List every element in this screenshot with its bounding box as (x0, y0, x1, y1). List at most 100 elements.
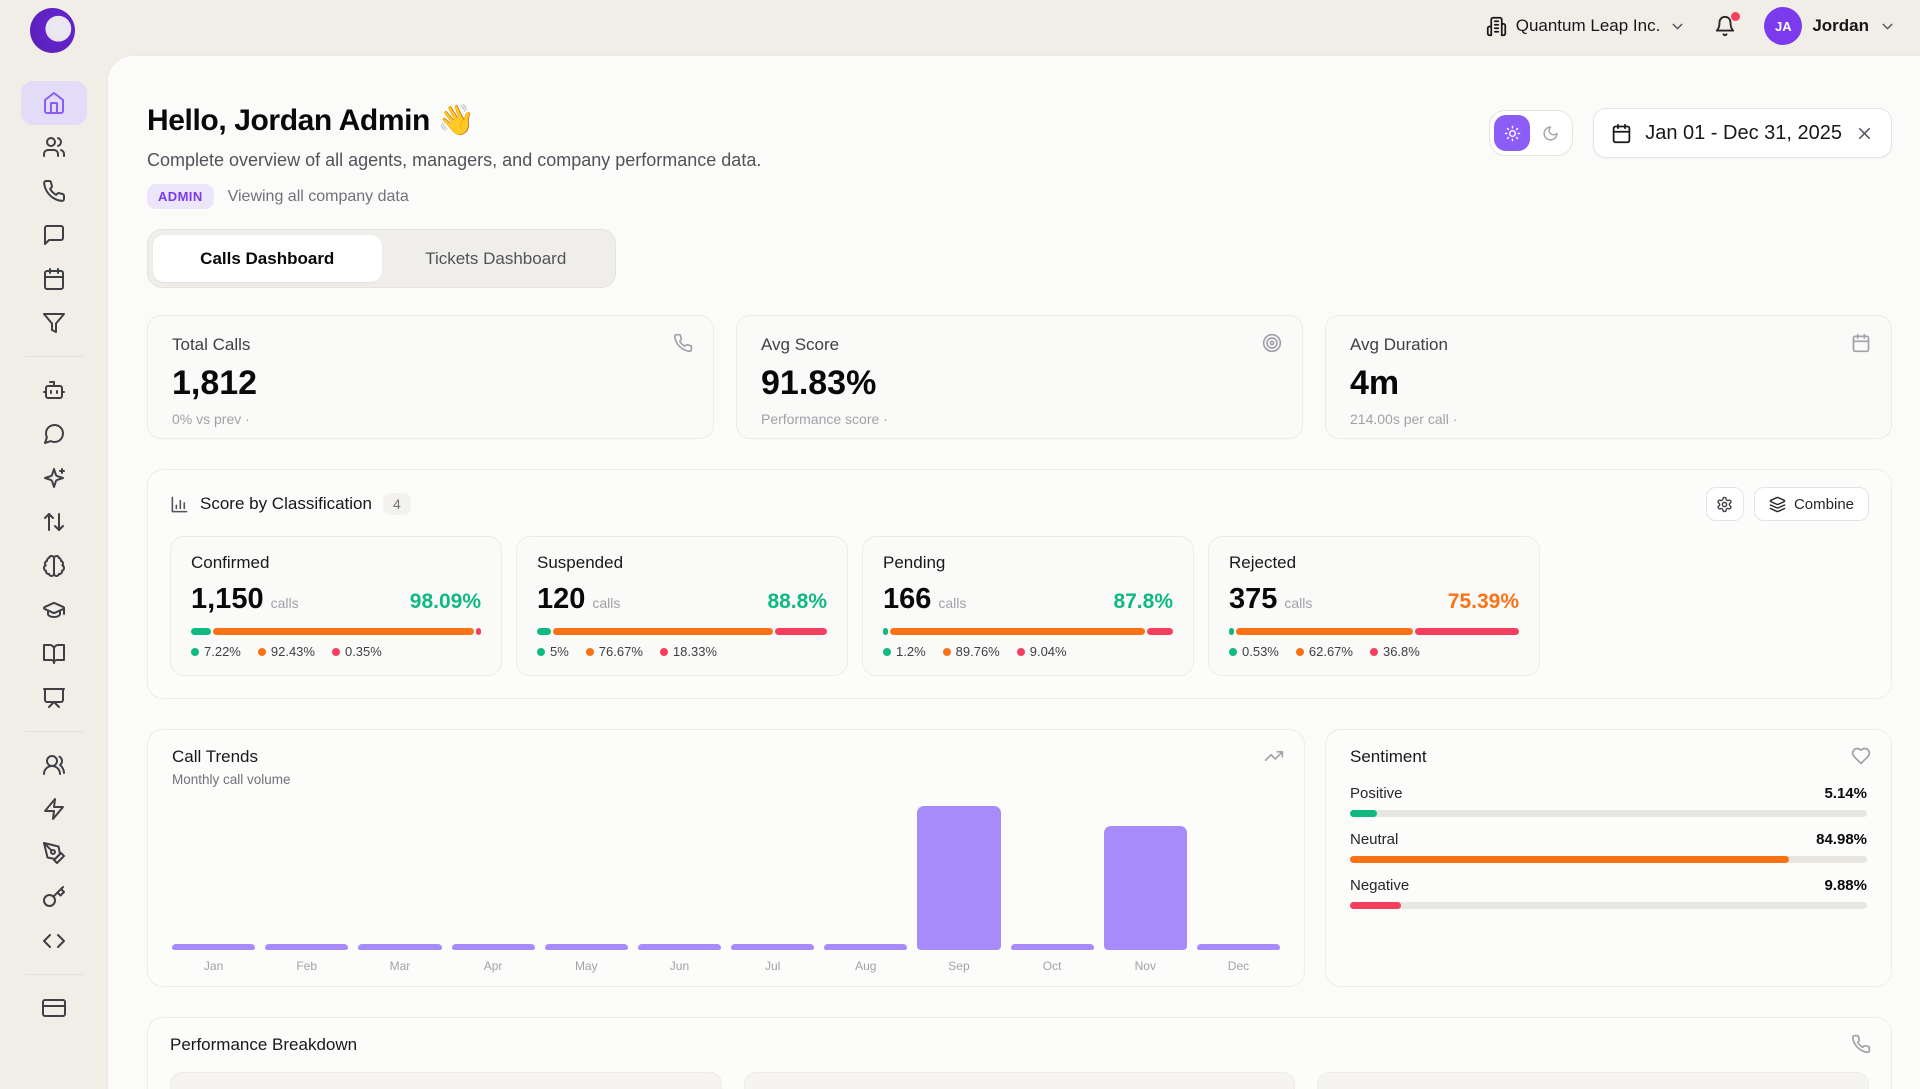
legend-dot (332, 648, 340, 656)
legend-item: 36.8% (1370, 644, 1420, 659)
sidebar-item-code[interactable] (21, 919, 87, 963)
tab-calls-dashboard[interactable]: Calls Dashboard (153, 235, 382, 282)
sidebar-item-users[interactable] (21, 125, 87, 169)
sidebar-item-calendar[interactable] (21, 257, 87, 301)
sidebar-item-sparkles[interactable] (21, 456, 87, 500)
user-name: Jordan (1812, 16, 1869, 36)
org-selector[interactable]: Quantum Leap Inc. (1486, 16, 1687, 37)
theme-light-button[interactable] (1494, 115, 1530, 151)
viewing-note: Viewing all company data (228, 188, 409, 206)
call-trends-card: Call Trends Monthly call volume Jan Feb … (147, 729, 1305, 987)
stat-title: Avg Score (761, 335, 1278, 355)
code-icon (42, 929, 66, 953)
sentiment-title: Sentiment (1350, 747, 1867, 767)
notifications-button[interactable] (1714, 15, 1736, 37)
legend-dot (660, 648, 668, 656)
classification-segment-bar (1229, 628, 1519, 635)
tab-tickets-dashboard[interactable]: Tickets Dashboard (382, 235, 611, 282)
legend-item: 1.2% (883, 644, 926, 659)
sidebar-item-brain[interactable] (21, 544, 87, 588)
stat-value: 4m (1350, 364, 1867, 403)
sentiment-card: Sentiment Positive 5.14% Neutral 84.98% … (1325, 729, 1892, 987)
sidebar-item-pen-tool[interactable] (21, 831, 87, 875)
close-icon[interactable] (1855, 124, 1874, 143)
classification-section: Score by Classification 4 Combine Confir… (147, 469, 1892, 699)
sentiment-label: Negative (1350, 877, 1409, 894)
performance-column: Active Agents (744, 1072, 1296, 1089)
date-range-picker[interactable]: Jan 01 - Dec 31, 2025 (1593, 108, 1892, 158)
classification-settings-button[interactable] (1706, 487, 1744, 521)
classification-legend: 7.22%92.43%0.35% (191, 644, 481, 659)
sidebar-item-presentation[interactable] (21, 676, 87, 720)
sidebar-item-arrows-up-down[interactable] (21, 500, 87, 544)
sidebar-item-book-open[interactable] (21, 632, 87, 676)
users-icon (42, 135, 66, 159)
chart-bar-column: Apr (452, 800, 535, 973)
sentiment-value: 9.88% (1824, 877, 1867, 894)
combine-button[interactable]: Combine (1754, 487, 1869, 521)
stat-card: Avg Score 91.83% Performance score · (736, 315, 1303, 439)
chart-bar-column: Jun (638, 800, 721, 973)
bot-icon (42, 378, 66, 402)
page-subtitle: Complete overview of all agents, manager… (147, 150, 761, 171)
segment (537, 628, 551, 635)
layers-icon (1769, 496, 1786, 513)
phone-icon (1851, 1034, 1871, 1054)
target-icon (1262, 333, 1282, 353)
presentation-icon (42, 686, 66, 710)
sidebar-item-bot[interactable] (21, 368, 87, 412)
dashboard-tabs: Calls DashboardTickets Dashboard (147, 229, 616, 288)
sidebar-item-credit-card[interactable] (21, 986, 87, 1030)
classification-calls-unit: calls (938, 595, 966, 611)
legend-dot (258, 648, 266, 656)
theme-toggle (1489, 110, 1573, 156)
classification-segment-bar (191, 628, 481, 635)
sidebar-item-phone[interactable] (21, 169, 87, 213)
segment (1229, 628, 1234, 635)
notification-dot (1731, 12, 1740, 21)
classification-card-title: Pending (883, 553, 1173, 573)
sentiment-track (1350, 810, 1867, 817)
sidebar-item-zap[interactable] (21, 787, 87, 831)
stat-title: Avg Duration (1350, 335, 1867, 355)
sentiment-row: Neutral 84.98% (1350, 831, 1867, 863)
theme-dark-button[interactable] (1532, 115, 1568, 151)
trending-up-icon (1264, 746, 1284, 766)
sentiment-fill (1350, 856, 1789, 863)
chart-bar-label: May (545, 959, 628, 973)
sidebar-item-filter[interactable] (21, 301, 87, 345)
chart-bar-label: Apr (452, 959, 535, 973)
chart-bar-label: Jul (731, 959, 814, 973)
chart-bar-column: Dec (1197, 800, 1280, 973)
classification-calls: 1,150 (191, 583, 264, 616)
sidebar-item-message-circle[interactable] (21, 412, 87, 456)
classification-count-badge: 4 (383, 493, 411, 515)
calendar-icon (42, 267, 66, 291)
chart-bar (731, 944, 814, 950)
user-menu[interactable]: JA Jordan (1764, 7, 1896, 45)
bar-chart-icon (170, 495, 189, 514)
classification-card: Suspended 120 calls 88.8% 5%76.67%18.33% (516, 536, 848, 676)
classification-cards: Confirmed 1,150 calls 98.09% 7.22%92.43%… (170, 536, 1869, 676)
sidebar-item-graduation-cap[interactable] (21, 588, 87, 632)
sidebar-item-message-square[interactable] (21, 213, 87, 257)
legend-dot (883, 648, 891, 656)
chart-bar-column: Jan (172, 800, 255, 973)
sentiment-row: Negative 9.88% (1350, 877, 1867, 909)
performance-column: Avg Score (1317, 1072, 1869, 1089)
sentiment-value: 84.98% (1816, 831, 1867, 848)
segment (883, 628, 888, 635)
calendar-icon (1851, 333, 1871, 353)
legend-item: 7.22% (191, 644, 241, 659)
classification-score: 88.8% (767, 590, 827, 614)
sidebar-item-users-round[interactable] (21, 743, 87, 787)
segment (191, 628, 211, 635)
sidebar-nav (0, 81, 107, 1030)
sidebar-item-home[interactable] (21, 81, 87, 125)
stat-caption: 0% vs prev · (172, 411, 689, 427)
sidebar-item-key[interactable] (21, 875, 87, 919)
chart-bar-column: Aug (824, 800, 907, 973)
performance-column: Total Calls (170, 1072, 722, 1089)
chevron-down-icon (1669, 18, 1686, 35)
home-icon (42, 91, 66, 115)
